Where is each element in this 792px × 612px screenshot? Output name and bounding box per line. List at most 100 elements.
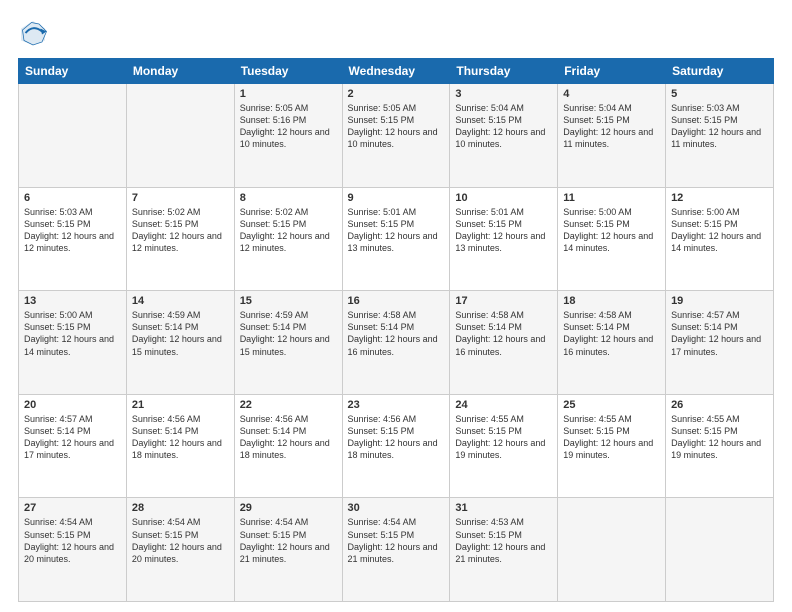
day-info: Sunrise: 4:59 AMSunset: 5:14 PMDaylight:…	[132, 309, 229, 358]
day-info: Sunrise: 4:58 AMSunset: 5:14 PMDaylight:…	[455, 309, 552, 358]
weekday-header-monday: Monday	[126, 59, 234, 84]
day-number: 19	[671, 295, 768, 307]
day-number: 22	[240, 399, 337, 411]
day-number: 28	[132, 502, 229, 514]
day-info: Sunrise: 4:56 AMSunset: 5:15 PMDaylight:…	[348, 413, 445, 462]
day-cell: 26Sunrise: 4:55 AMSunset: 5:15 PMDayligh…	[666, 394, 774, 498]
day-info: Sunrise: 4:57 AMSunset: 5:14 PMDaylight:…	[24, 413, 121, 462]
day-number: 6	[24, 192, 121, 204]
day-cell: 7 Sunrise: 5:02 AMSunset: 5:15 PMDaylight…	[126, 187, 234, 291]
day-number: 26	[671, 399, 768, 411]
day-number: 1	[240, 88, 337, 100]
day-number: 8	[240, 192, 337, 204]
day-cell: 10Sunrise: 5:01 AMSunset: 5:15 PMDayligh…	[450, 187, 558, 291]
day-cell: 27 Sunrise: 4:54 AMSunset: 5:15 PMDayligh…	[19, 498, 127, 602]
day-info: Sunrise: 4:54 AMSunset: 5:15 PMDaylight:…	[240, 516, 337, 565]
day-info: Sunrise: 5:00 AMSunset: 5:15 PMDaylight:…	[563, 206, 660, 255]
day-cell: 30 Sunrise: 4:54 AMSunset: 5:15 PMDayligh…	[342, 498, 450, 602]
day-info: Sunrise: 4:57 AMSunset: 5:14 PMDaylight:…	[671, 309, 768, 358]
day-cell: 19 Sunrise: 4:57 AMSunset: 5:14 PMDayligh…	[666, 291, 774, 395]
day-info: Sunrise: 5:05 AMSunset: 5:15 PMDaylight:…	[348, 102, 445, 151]
day-info: Sunrise: 4:55 AMSunset: 5:15 PMDaylight:…	[455, 413, 552, 462]
day-cell: 17 Sunrise: 4:58 AMSunset: 5:14 PMDayligh…	[450, 291, 558, 395]
header-row: SundayMondayTuesdayWednesdayThursdayFrid…	[19, 59, 774, 84]
weekday-header-tuesday: Tuesday	[234, 59, 342, 84]
day-number: 25	[563, 399, 660, 411]
day-info: Sunrise: 5:01 AMSunset: 5:15 PMDaylight:…	[348, 206, 445, 255]
day-number: 29	[240, 502, 337, 514]
day-cell: 5 Sunrise: 5:03 AMSunset: 5:15 PMDaylight…	[666, 84, 774, 188]
week-row-4: 20 Sunrise: 4:57 AMSunset: 5:14 PMDayligh…	[19, 394, 774, 498]
day-number: 9	[348, 192, 445, 204]
day-cell: 31Sunrise: 4:53 AMSunset: 5:15 PMDayligh…	[450, 498, 558, 602]
day-number: 18	[563, 295, 660, 307]
day-number: 17	[455, 295, 552, 307]
weekday-header-saturday: Saturday	[666, 59, 774, 84]
week-row-3: 13 Sunrise: 5:00 AMSunset: 5:15 PMDayligh…	[19, 291, 774, 395]
day-cell: 23 Sunrise: 4:56 AMSunset: 5:15 PMDayligh…	[342, 394, 450, 498]
day-info: Sunrise: 4:56 AMSunset: 5:14 PMDaylight:…	[132, 413, 229, 462]
day-cell: 4 Sunrise: 5:04 AMSunset: 5:15 PMDaylight…	[558, 84, 666, 188]
day-cell: 2 Sunrise: 5:05 AMSunset: 5:15 PMDaylight…	[342, 84, 450, 188]
day-cell: 20 Sunrise: 4:57 AMSunset: 5:14 PMDayligh…	[19, 394, 127, 498]
day-cell: 3Sunrise: 5:04 AMSunset: 5:15 PMDaylight…	[450, 84, 558, 188]
day-info: Sunrise: 5:02 AMSunset: 5:15 PMDaylight:…	[240, 206, 337, 255]
day-cell: 14 Sunrise: 4:59 AMSunset: 5:14 PMDayligh…	[126, 291, 234, 395]
day-cell: 22 Sunrise: 4:56 AMSunset: 5:14 PMDayligh…	[234, 394, 342, 498]
day-info: Sunrise: 4:54 AMSunset: 5:15 PMDaylight:…	[348, 516, 445, 565]
day-info: Sunrise: 5:04 AMSunset: 5:15 PMDaylight:…	[563, 102, 660, 151]
logo	[18, 18, 52, 48]
day-cell: 13 Sunrise: 5:00 AMSunset: 5:15 PMDayligh…	[19, 291, 127, 395]
day-info: Sunrise: 5:03 AMSunset: 5:15 PMDaylight:…	[24, 206, 121, 255]
day-number: 20	[24, 399, 121, 411]
day-number: 24	[455, 399, 552, 411]
weekday-header-friday: Friday	[558, 59, 666, 84]
week-row-5: 27 Sunrise: 4:54 AMSunset: 5:15 PMDayligh…	[19, 498, 774, 602]
day-cell	[126, 84, 234, 188]
day-info: Sunrise: 5:00 AMSunset: 5:15 PMDaylight:…	[24, 309, 121, 358]
day-cell: 1 Sunrise: 5:05 AMSunset: 5:16 PMDaylight…	[234, 84, 342, 188]
day-cell	[666, 498, 774, 602]
day-info: Sunrise: 4:54 AMSunset: 5:15 PMDaylight:…	[24, 516, 121, 565]
day-number: 13	[24, 295, 121, 307]
day-number: 2	[348, 88, 445, 100]
page: SundayMondayTuesdayWednesdayThursdayFrid…	[0, 0, 792, 612]
day-number: 5	[671, 88, 768, 100]
logo-icon	[18, 18, 48, 48]
day-info: Sunrise: 4:56 AMSunset: 5:14 PMDaylight:…	[240, 413, 337, 462]
day-number: 4	[563, 88, 660, 100]
day-number: 27	[24, 502, 121, 514]
day-cell: 15Sunrise: 4:59 AMSunset: 5:14 PMDayligh…	[234, 291, 342, 395]
day-info: Sunrise: 5:00 AMSunset: 5:15 PMDaylight:…	[671, 206, 768, 255]
day-cell: 6 Sunrise: 5:03 AMSunset: 5:15 PMDaylight…	[19, 187, 127, 291]
day-info: Sunrise: 5:01 AMSunset: 5:15 PMDaylight:…	[455, 206, 552, 255]
day-number: 7	[132, 192, 229, 204]
day-info: Sunrise: 4:58 AMSunset: 5:14 PMDaylight:…	[348, 309, 445, 358]
day-info: Sunrise: 5:02 AMSunset: 5:15 PMDaylight:…	[132, 206, 229, 255]
day-cell: 11 Sunrise: 5:00 AMSunset: 5:15 PMDayligh…	[558, 187, 666, 291]
day-info: Sunrise: 4:55 AMSunset: 5:15 PMDaylight:…	[563, 413, 660, 462]
day-info: Sunrise: 5:04 AMSunset: 5:15 PMDaylight:…	[455, 102, 552, 151]
weekday-header-sunday: Sunday	[19, 59, 127, 84]
day-cell	[558, 498, 666, 602]
day-info: Sunrise: 4:59 AMSunset: 5:14 PMDaylight:…	[240, 309, 337, 358]
day-info: Sunrise: 5:03 AMSunset: 5:15 PMDaylight:…	[671, 102, 768, 151]
day-number: 23	[348, 399, 445, 411]
day-number: 21	[132, 399, 229, 411]
day-info: Sunrise: 5:05 AMSunset: 5:16 PMDaylight:…	[240, 102, 337, 151]
day-cell: 28 Sunrise: 4:54 AMSunset: 5:15 PMDayligh…	[126, 498, 234, 602]
week-row-1: 1 Sunrise: 5:05 AMSunset: 5:16 PMDaylight…	[19, 84, 774, 188]
day-cell: 25 Sunrise: 4:55 AMSunset: 5:15 PMDayligh…	[558, 394, 666, 498]
day-number: 14	[132, 295, 229, 307]
day-cell: 18Sunrise: 4:58 AMSunset: 5:14 PMDayligh…	[558, 291, 666, 395]
day-number: 16	[348, 295, 445, 307]
header	[18, 18, 774, 48]
day-number: 30	[348, 502, 445, 514]
week-row-2: 6 Sunrise: 5:03 AMSunset: 5:15 PMDaylight…	[19, 187, 774, 291]
day-number: 12	[671, 192, 768, 204]
weekday-header-thursday: Thursday	[450, 59, 558, 84]
day-cell: 16 Sunrise: 4:58 AMSunset: 5:14 PMDayligh…	[342, 291, 450, 395]
day-info: Sunrise: 4:54 AMSunset: 5:15 PMDaylight:…	[132, 516, 229, 565]
day-cell: 8 Sunrise: 5:02 AMSunset: 5:15 PMDaylight…	[234, 187, 342, 291]
day-number: 11	[563, 192, 660, 204]
